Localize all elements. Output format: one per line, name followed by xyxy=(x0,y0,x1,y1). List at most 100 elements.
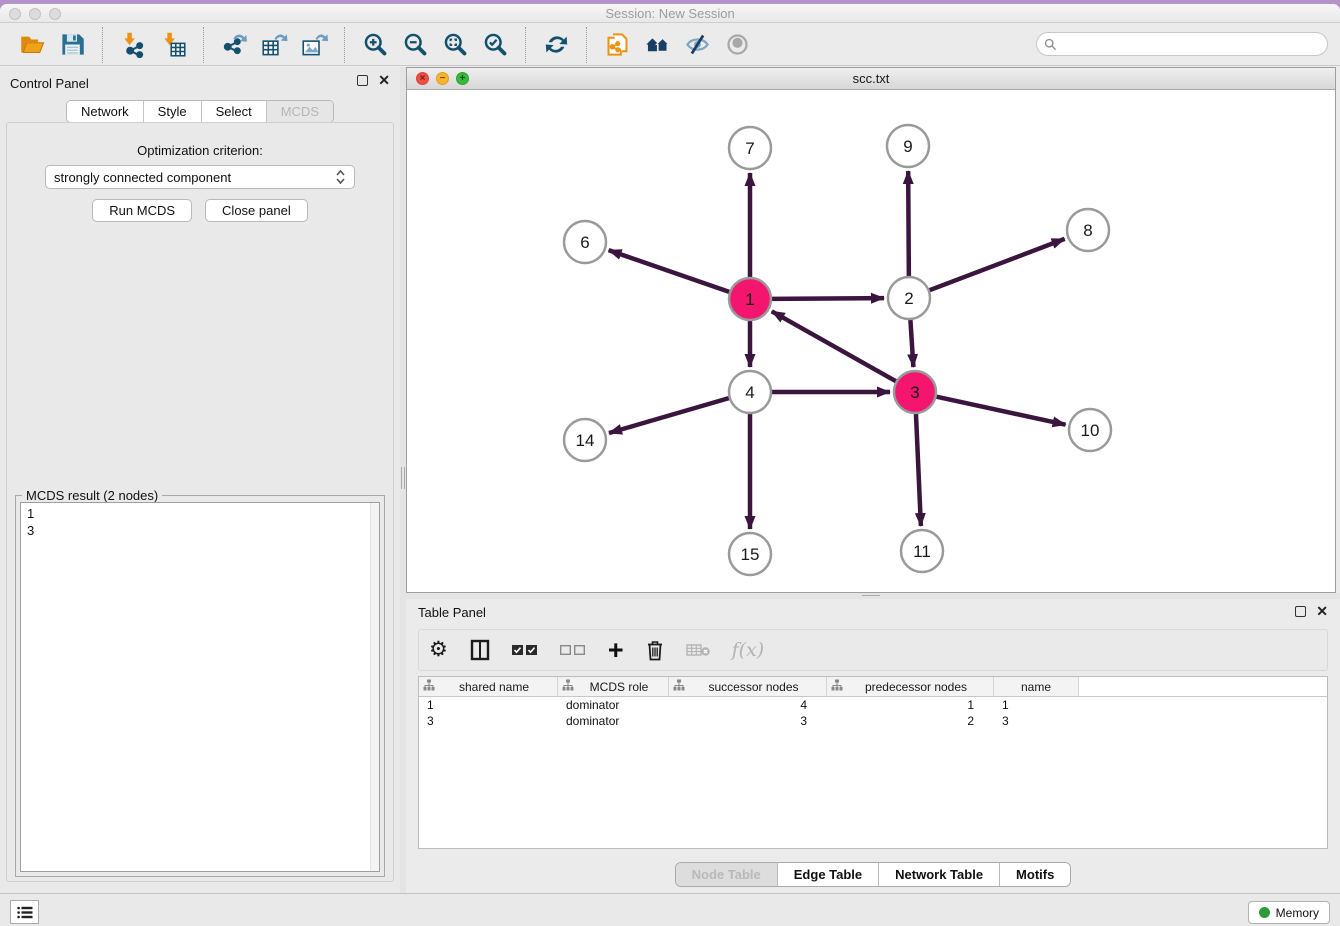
svg-text:8: 8 xyxy=(1083,221,1092,240)
graph-node-14[interactable]: 14 xyxy=(564,419,606,461)
close-panel-icon[interactable]: ✕ xyxy=(378,75,390,86)
column-header-shared-name[interactable]: shared name xyxy=(419,677,558,696)
graph-node-10[interactable]: 10 xyxy=(1069,409,1111,451)
node-table[interactable]: shared nameMCDS rolesuccessor nodesprede… xyxy=(418,676,1328,849)
tab-style[interactable]: Style xyxy=(144,101,202,122)
memory-label: Memory xyxy=(1276,906,1319,920)
zoom-fit-icon[interactable] xyxy=(435,27,475,63)
tab-node-table[interactable]: Node Table xyxy=(676,863,778,886)
deselect-all-checkboxes-icon[interactable] xyxy=(560,635,586,665)
tab-network-table[interactable]: Network Table xyxy=(879,863,1000,886)
graph-node-9[interactable]: 9 xyxy=(887,125,929,167)
graph-node-2[interactable]: 2 xyxy=(888,277,930,319)
tab-motifs[interactable]: Motifs xyxy=(1000,863,1070,886)
tab-mcds[interactable]: MCDS xyxy=(267,101,333,122)
table-row[interactable]: 3dominator323 xyxy=(419,713,1327,729)
optimization-criterion-dropdown[interactable]: strongly connected component xyxy=(45,165,355,189)
close-panel-button[interactable]: Close panel xyxy=(205,199,308,222)
column-header-MCDS-role[interactable]: MCDS role xyxy=(558,677,669,696)
column-header-predecessor-nodes[interactable]: predecessor nodes xyxy=(827,677,994,696)
float-table-panel-icon[interactable] xyxy=(1295,606,1306,617)
svg-text:3: 3 xyxy=(910,383,919,402)
memory-button[interactable]: Memory xyxy=(1248,901,1330,924)
toolbar-separator xyxy=(525,27,526,63)
edge-1-2[interactable] xyxy=(772,298,884,299)
edge-3-11[interactable] xyxy=(916,414,921,526)
tab-select[interactable]: Select xyxy=(202,101,267,122)
cell-MCDS-role[interactable]: dominator xyxy=(558,697,669,713)
graph-node-11[interactable]: 11 xyxy=(901,530,943,572)
cell-MCDS-role[interactable]: dominator xyxy=(558,713,669,729)
cell-name[interactable]: 3 xyxy=(994,713,1079,729)
tab-network[interactable]: Network xyxy=(67,101,144,122)
add-column-icon[interactable]: + xyxy=(608,635,624,665)
task-history-button[interactable] xyxy=(10,900,39,924)
cell-predecessor-nodes[interactable]: 2 xyxy=(827,713,994,729)
result-scrollbar[interactable] xyxy=(370,503,379,871)
edge-3-1[interactable] xyxy=(772,311,896,381)
select-all-checkboxes-icon[interactable] xyxy=(512,635,538,665)
export-table-icon[interactable] xyxy=(254,27,294,63)
graph-node-4[interactable]: 4 xyxy=(729,371,771,413)
export-image-icon[interactable] xyxy=(294,27,334,63)
hide-selected-icon[interactable] xyxy=(677,27,717,63)
first-neighbors-icon[interactable] xyxy=(637,27,677,63)
svg-text:11: 11 xyxy=(913,542,931,561)
network-window-titlebar[interactable]: × − + scc.txt xyxy=(407,68,1335,90)
open-session-icon[interactable] xyxy=(12,27,52,63)
cell-successor-nodes[interactable]: 3 xyxy=(669,713,827,729)
application-window: Session: New Session xyxy=(0,4,1340,926)
cell-successor-nodes[interactable]: 4 xyxy=(669,697,827,713)
network-graph: 7 9 6 8 1 2 4 3 14 10 15 11 xyxy=(407,90,1335,592)
edge-1-6[interactable] xyxy=(609,250,730,292)
edge-3-10[interactable] xyxy=(936,397,1065,425)
graph-node-6[interactable]: 6 xyxy=(564,221,606,263)
tab-edge-table[interactable]: Edge Table xyxy=(778,863,879,886)
graph-node-7[interactable]: 7 xyxy=(729,127,771,169)
graph-node-3[interactable]: 3 xyxy=(894,371,936,413)
column-header-name[interactable]: name xyxy=(994,677,1079,696)
cell-shared-name[interactable]: 1 xyxy=(419,697,558,713)
edge-2-9[interactable] xyxy=(908,171,909,276)
run-mcds-button[interactable]: Run MCDS xyxy=(92,199,192,222)
column-header-successor-nodes[interactable]: successor nodes xyxy=(669,677,827,696)
table-panel-tabs: Node TableEdge TableNetwork TableMotifs xyxy=(675,862,1072,887)
mcds-result-list[interactable]: 1 3 xyxy=(20,502,380,872)
svg-text:6: 6 xyxy=(580,233,589,252)
cell-name[interactable]: 1 xyxy=(994,697,1079,713)
refresh-layout-icon[interactable] xyxy=(536,27,576,63)
cell-shared-name[interactable]: 3 xyxy=(419,713,558,729)
network-canvas[interactable]: 7 9 6 8 1 2 4 3 14 10 15 11 xyxy=(407,90,1335,592)
hierarchy-icon xyxy=(423,679,435,694)
edge-2-3[interactable] xyxy=(910,320,913,367)
search-input[interactable] xyxy=(1057,34,1327,54)
table-row[interactable]: 1dominator411 xyxy=(419,697,1327,713)
zoom-selected-icon[interactable] xyxy=(475,27,515,63)
zoom-out-icon[interactable] xyxy=(395,27,435,63)
dropdown-value: strongly connected component xyxy=(54,170,231,185)
edge-2-8[interactable] xyxy=(930,239,1065,290)
close-table-panel-icon[interactable]: ✕ xyxy=(1316,606,1328,617)
zoom-in-icon[interactable] xyxy=(355,27,395,63)
save-session-icon[interactable] xyxy=(52,27,92,63)
table-toolbar: ⚙ + f(x) xyxy=(418,629,1328,671)
memory-status-icon xyxy=(1259,907,1270,918)
column-selector-icon[interactable] xyxy=(470,635,490,665)
table-options-gear-icon[interactable]: ⚙ xyxy=(429,635,448,665)
import-table-icon[interactable] xyxy=(153,27,193,63)
svg-text:2: 2 xyxy=(904,289,913,308)
clone-network-icon[interactable] xyxy=(597,27,637,63)
graph-node-8[interactable]: 8 xyxy=(1067,209,1109,251)
cell-predecessor-nodes[interactable]: 1 xyxy=(827,697,994,713)
hierarchy-icon xyxy=(562,679,574,694)
edge-4-14[interactable] xyxy=(609,398,729,433)
graph-node-1[interactable]: 1 xyxy=(729,278,771,320)
search-field[interactable] xyxy=(1036,32,1328,56)
import-network-icon[interactable] xyxy=(113,27,153,63)
search-icon xyxy=(1044,38,1057,51)
export-network-icon[interactable] xyxy=(214,27,254,63)
float-panel-icon[interactable] xyxy=(357,75,368,86)
delete-column-icon[interactable] xyxy=(646,635,664,665)
graph-node-15[interactable]: 15 xyxy=(729,533,771,575)
mcds-result-group: MCDS result (2 nodes) 1 3 xyxy=(15,495,385,877)
